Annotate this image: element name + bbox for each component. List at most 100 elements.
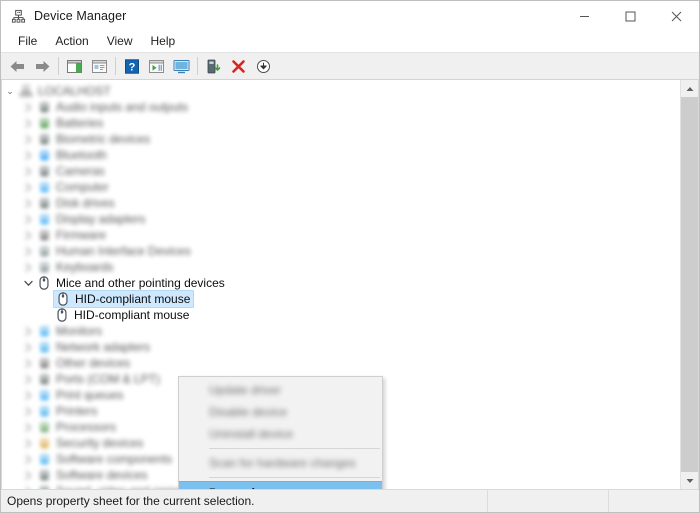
tree-item[interactable]: Computer: [2, 179, 681, 195]
download-icon[interactable]: [251, 54, 276, 78]
tree-item[interactable]: HID-compliant mouse: [2, 290, 681, 308]
update-driver-icon[interactable]: [169, 54, 194, 78]
chevron-right-icon[interactable]: [20, 390, 36, 400]
tree-item[interactable]: Monitors: [2, 323, 681, 339]
menu-help[interactable]: Help: [142, 32, 185, 51]
chevron-right-icon[interactable]: [20, 150, 36, 160]
tree-item[interactable]: Bluetooth: [2, 147, 681, 163]
device-item[interactable]: Security devices: [36, 435, 143, 451]
device-item[interactable]: Monitors: [36, 323, 102, 339]
chevron-right-icon[interactable]: [20, 198, 36, 208]
scroll-down-button[interactable]: [681, 472, 698, 489]
tree-root-row[interactable]: ⌄ LOCALHOST: [2, 83, 681, 99]
device-item[interactable]: Keyboards: [36, 259, 113, 275]
device-item[interactable]: Biometric devices: [36, 131, 150, 147]
device-item[interactable]: Audio inputs and outputs: [36, 99, 188, 115]
properties-icon[interactable]: [87, 54, 112, 78]
device-item[interactable]: Mice and other pointing devices: [36, 275, 225, 291]
device-item-label: Computer: [56, 180, 109, 194]
tree-item[interactable]: Cameras: [2, 163, 681, 179]
menu-file[interactable]: File: [9, 32, 46, 51]
chevron-right-icon[interactable]: [20, 166, 36, 176]
tree-item[interactable]: Keyboards: [2, 259, 681, 275]
scrollbar-thumb[interactable]: [681, 97, 698, 472]
device-item[interactable]: Processors: [36, 419, 116, 435]
device-item-label: Biometric devices: [56, 132, 151, 146]
device-item[interactable]: Bluetooth: [36, 147, 107, 163]
chevron-right-icon[interactable]: [20, 262, 36, 272]
show-hide-console-tree-icon[interactable]: [62, 54, 87, 78]
maximize-button[interactable]: [607, 1, 653, 31]
view-icon[interactable]: [144, 54, 169, 78]
tree-item[interactable]: Display adapters: [2, 211, 681, 227]
chevron-right-icon[interactable]: [20, 102, 36, 112]
tree-item[interactable]: Audio inputs and outputs: [2, 99, 681, 115]
device-item[interactable]: Firmware: [36, 227, 106, 243]
chevron-right-icon[interactable]: [20, 422, 36, 432]
device-item[interactable]: Ports (COM & LPT): [36, 371, 160, 387]
menu-action[interactable]: Action: [46, 32, 97, 51]
device-item[interactable]: Computer: [36, 179, 109, 195]
device-item[interactable]: Software devices: [36, 467, 147, 483]
chevron-right-icon[interactable]: [20, 230, 36, 240]
context-menu-item[interactable]: Disable device: [179, 401, 382, 423]
context-menu-item[interactable]: Scan for hardware changes: [179, 452, 382, 474]
chevron-right-icon[interactable]: [20, 438, 36, 448]
device-item-label: Cameras: [56, 164, 105, 178]
device-item[interactable]: Batteries: [36, 115, 103, 131]
close-button[interactable]: [653, 1, 699, 31]
chevron-right-icon[interactable]: [20, 470, 36, 480]
chevron-down-icon[interactable]: ⌄: [2, 86, 18, 97]
chevron-down-icon[interactable]: [20, 280, 36, 287]
device-item[interactable]: Network adapters: [36, 339, 150, 355]
menu-view[interactable]: View: [98, 32, 142, 51]
tree-item[interactable]: Other devices: [2, 355, 681, 371]
minimize-button[interactable]: [561, 1, 607, 31]
context-menu-separator: [209, 448, 380, 449]
device-item[interactable]: Display adapters: [36, 211, 145, 227]
device-item[interactable]: Print queues: [36, 387, 123, 403]
processor-icon: [36, 419, 52, 435]
device-item[interactable]: Human Interface Devices: [36, 243, 191, 259]
chevron-right-icon[interactable]: [20, 118, 36, 128]
chevron-right-icon[interactable]: [20, 374, 36, 384]
tree-item[interactable]: Human Interface Devices: [2, 243, 681, 259]
chevron-right-icon[interactable]: [20, 326, 36, 336]
chevron-right-icon[interactable]: [20, 358, 36, 368]
chevron-right-icon[interactable]: [20, 454, 36, 464]
device-item[interactable]: Cameras: [36, 163, 105, 179]
help-icon[interactable]: ?: [119, 54, 144, 78]
tree-item[interactable]: Mice and other pointing devices: [2, 275, 681, 291]
chevron-right-icon[interactable]: [20, 134, 36, 144]
context-menu-item[interactable]: Uninstall device: [179, 423, 382, 445]
chevron-right-icon[interactable]: [20, 214, 36, 224]
device-item[interactable]: Printers: [36, 403, 97, 419]
chevron-right-icon[interactable]: [20, 342, 36, 352]
tree-item[interactable]: Network adapters: [2, 339, 681, 355]
context-menu-item[interactable]: Properties: [179, 481, 382, 489]
device-item[interactable]: Software components: [36, 451, 172, 467]
bluetooth-icon: [36, 147, 52, 163]
tree-item[interactable]: Firmware: [2, 227, 681, 243]
device-item[interactable]: Disk drives: [36, 195, 115, 211]
context-menu[interactable]: Update driver Disable device Uninstall dev…: [178, 376, 383, 489]
scroll-up-button[interactable]: [681, 80, 698, 97]
device-item[interactable]: HID-compliant mouse: [54, 307, 189, 323]
chevron-right-icon[interactable]: [20, 246, 36, 256]
chevron-right-icon[interactable]: [20, 406, 36, 416]
context-menu-item[interactable]: Update driver: [179, 379, 382, 401]
vertical-scrollbar[interactable]: [680, 80, 698, 489]
tree-item[interactable]: Biometric devices: [2, 131, 681, 147]
device-item[interactable]: Other devices: [36, 355, 130, 371]
tree-item[interactable]: Disk drives: [2, 195, 681, 211]
tree-item[interactable]: HID-compliant mouse: [2, 307, 681, 323]
selected-device-item[interactable]: HID-compliant mouse: [53, 290, 195, 308]
toolbar-separator: [197, 57, 198, 75]
uninstall-device-icon[interactable]: [226, 54, 251, 78]
scan-for-hardware-changes-icon[interactable]: [201, 54, 226, 78]
tree-item[interactable]: Batteries: [2, 115, 681, 131]
chevron-right-icon[interactable]: [20, 182, 36, 192]
forward-arrow-icon[interactable]: [30, 54, 55, 78]
chevron-right-icon[interactable]: [20, 486, 36, 489]
back-arrow-icon[interactable]: [5, 54, 30, 78]
